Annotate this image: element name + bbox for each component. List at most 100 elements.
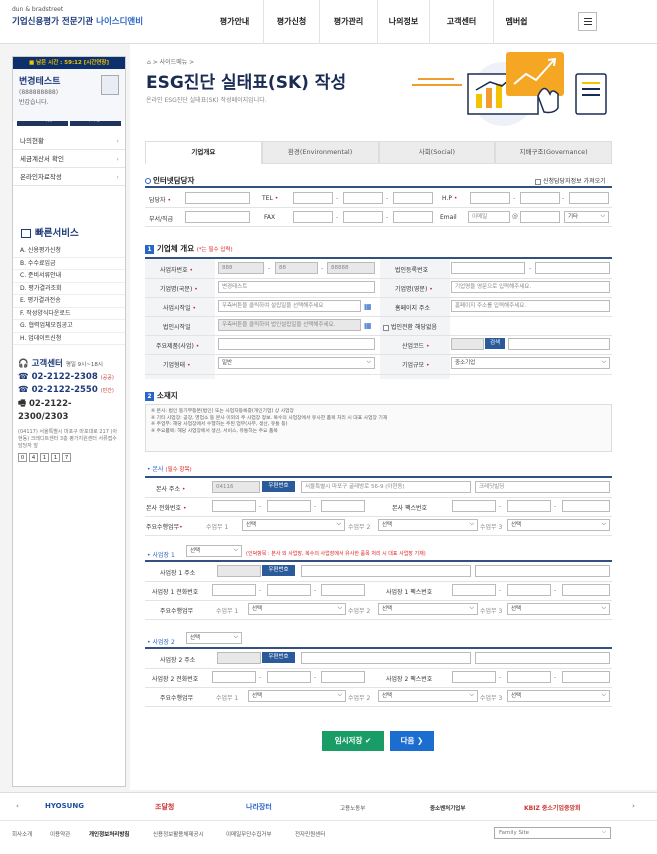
site2-addr-input[interactable] bbox=[301, 652, 471, 664]
hp-input-3[interactable] bbox=[569, 192, 609, 204]
tab-environmental[interactable]: 환경(Environmental) bbox=[261, 141, 379, 164]
site2-work-select-3[interactable]: 선택 bbox=[507, 690, 610, 702]
hq-tel-input-1[interactable] bbox=[212, 500, 256, 512]
footer-link[interactable]: 이용약관 bbox=[50, 830, 70, 838]
contact-name-input[interactable] bbox=[185, 192, 250, 204]
corp-form-select[interactable]: 일반 bbox=[218, 357, 375, 369]
chevron-left-icon[interactable]: ‹ bbox=[16, 802, 19, 810]
site1-addr-detail-input[interactable] bbox=[475, 565, 610, 577]
biz-start-input[interactable]: 우측버튼을 클릭하여 설립일을 선택해주세요 bbox=[218, 300, 361, 312]
site2-work-select-1[interactable]: 선택 bbox=[248, 690, 346, 702]
homepage-input[interactable]: 홈페이지 주소를 입력해주세요. bbox=[451, 300, 610, 312]
tel-input-3[interactable] bbox=[393, 192, 433, 204]
fax-input-1[interactable] bbox=[293, 211, 333, 223]
hp-input-2[interactable] bbox=[520, 192, 560, 204]
logo[interactable]: dun & bradstreet 기업신용평가 전문기관 나이스디앤비 bbox=[12, 6, 143, 27]
site2-zip-button[interactable]: 우편번호 bbox=[262, 652, 295, 663]
site1-work-select-2[interactable]: 선택 bbox=[378, 603, 478, 615]
tab-governance[interactable]: 지배구조(Governance) bbox=[495, 141, 612, 164]
footer-link[interactable]: 전자민원센터 bbox=[295, 830, 325, 838]
hq-work-select-1[interactable]: 선택 bbox=[242, 519, 345, 531]
partner-logo[interactable]: 나라장터 bbox=[246, 802, 272, 812]
hq-work-select-3[interactable]: 선택 bbox=[507, 519, 610, 531]
family-site-select[interactable]: Family Site bbox=[494, 827, 611, 839]
calendar-icon[interactable]: ▦ bbox=[364, 302, 372, 311]
email-domain-select[interactable]: 기타 bbox=[564, 211, 609, 223]
tel-input-1[interactable] bbox=[293, 192, 333, 204]
site2-fax-input-1[interactable] bbox=[452, 671, 496, 683]
hamburger-menu-icon[interactable] bbox=[578, 12, 597, 31]
quick-item[interactable]: A. 신용평가신청 bbox=[13, 245, 125, 258]
tab-social[interactable]: 사회(Social) bbox=[378, 141, 496, 164]
import-applicant-check[interactable]: 신청담당자정보 가져오기 bbox=[535, 176, 606, 185]
checkbox-icon[interactable] bbox=[383, 324, 389, 331]
product-input[interactable] bbox=[218, 338, 375, 350]
quick-item[interactable]: B. 수수료입금 bbox=[13, 258, 125, 270]
industry-search-button[interactable]: 검색 bbox=[485, 338, 505, 349]
partner-logo[interactable]: KBIZ 중소기업중앙회 bbox=[524, 803, 581, 812]
site1-tel-input-2[interactable] bbox=[267, 584, 311, 596]
site2-tel-input-3[interactable] bbox=[321, 671, 365, 683]
partner-logo[interactable]: 중소벤처기업부 bbox=[430, 804, 465, 812]
site2-select[interactable]: 선택 bbox=[186, 632, 242, 644]
temp-save-button[interactable]: 임시저장 ✔ bbox=[322, 731, 384, 751]
site1-fax-input-1[interactable] bbox=[452, 584, 496, 596]
partner-logo[interactable]: 고용노동부 bbox=[340, 804, 365, 812]
industry-code-input[interactable] bbox=[451, 338, 484, 350]
industry-name-input[interactable] bbox=[508, 338, 610, 350]
quick-item[interactable]: H. 업데이트신청 bbox=[13, 333, 125, 345]
site1-fax-input-3[interactable] bbox=[562, 584, 610, 596]
hq-fax-input-2[interactable] bbox=[507, 500, 551, 512]
quick-item[interactable]: D. 평가결과조회 bbox=[13, 283, 125, 295]
tab-overview[interactable]: 기업개요 bbox=[145, 141, 262, 164]
corp-start-input[interactable]: 우측버튼을 클릭하여 법인설립일을 선택해주세요. bbox=[218, 319, 361, 331]
bizno-input-1[interactable]: 888 bbox=[218, 262, 264, 274]
site2-work-select-2[interactable]: 선택 bbox=[378, 690, 478, 702]
email-domain-input[interactable] bbox=[520, 211, 560, 223]
partner-logo[interactable]: 조달청 bbox=[155, 802, 174, 812]
nav-item[interactable]: 평가관리 bbox=[320, 0, 378, 44]
email-id-input[interactable]: 이메일 bbox=[468, 211, 510, 223]
hq-addr-detail-input[interactable]: 크레딧빌딩 bbox=[475, 481, 610, 493]
footer-link[interactable]: 개인정보처리방침 bbox=[89, 830, 129, 838]
corpno-input-2[interactable] bbox=[535, 262, 610, 274]
fax-input-3[interactable] bbox=[393, 211, 433, 223]
hq-tel-input-3[interactable] bbox=[321, 500, 365, 512]
chevron-right-icon[interactable]: › bbox=[632, 802, 635, 810]
site2-fax-input-2[interactable] bbox=[507, 671, 551, 683]
next-button[interactable]: 다음 ❯ bbox=[390, 731, 434, 751]
site2-tel-input-1[interactable] bbox=[212, 671, 256, 683]
name-eng-input[interactable]: 기업명을 영문으로 입력해주세요. bbox=[451, 281, 610, 293]
side-menu-item[interactable]: 나의현황 bbox=[13, 132, 125, 150]
checkbox-icon[interactable] bbox=[535, 178, 541, 185]
hq-fax-input-3[interactable] bbox=[562, 500, 610, 512]
corp-scale-select[interactable]: 중소기업 bbox=[451, 357, 610, 369]
hp-input-1[interactable] bbox=[470, 192, 510, 204]
site2-zip-input[interactable] bbox=[217, 652, 261, 664]
site1-zip-button[interactable]: 우편번호 bbox=[262, 565, 295, 576]
site1-work-select-3[interactable]: 선택 bbox=[507, 603, 610, 615]
hq-addr-input[interactable]: 서울특별시 마포구 굴레방로 56-9 (아현동) bbox=[301, 481, 471, 493]
nav-item[interactable]: 나의정보 bbox=[378, 0, 430, 44]
partner-logo[interactable]: HYOSUNG bbox=[45, 802, 84, 810]
name-kor-input[interactable]: 변경테스트 bbox=[218, 281, 375, 293]
site1-addr-input[interactable] bbox=[301, 565, 471, 577]
dept-input[interactable] bbox=[185, 211, 250, 223]
site1-zip-input[interactable] bbox=[217, 565, 261, 577]
footer-link[interactable]: 회사소개 bbox=[12, 830, 32, 838]
corpno-input-1[interactable] bbox=[451, 262, 525, 274]
hq-zip-input[interactable]: 04116 bbox=[212, 481, 260, 493]
nav-item[interactable]: 고객센터 bbox=[430, 0, 494, 44]
site1-fax-input-2[interactable] bbox=[507, 584, 551, 596]
site1-work-select-1[interactable]: 선택 bbox=[248, 603, 346, 615]
hq-zip-button[interactable]: 우편번호 bbox=[262, 481, 295, 492]
site1-tel-input-1[interactable] bbox=[212, 584, 256, 596]
session-timer[interactable]: ■ 남은 시간 : 59:12 [시간연장] bbox=[13, 57, 125, 69]
fax-input-2[interactable] bbox=[343, 211, 383, 223]
bizno-input-2[interactable]: 88 bbox=[275, 262, 318, 274]
calendar-icon[interactable]: ▦ bbox=[364, 321, 372, 330]
site2-addr-detail-input[interactable] bbox=[475, 652, 610, 664]
nav-item[interactable]: 평가신청 bbox=[264, 0, 320, 44]
site1-tel-input-3[interactable] bbox=[321, 584, 365, 596]
site2-fax-input-3[interactable] bbox=[562, 671, 610, 683]
